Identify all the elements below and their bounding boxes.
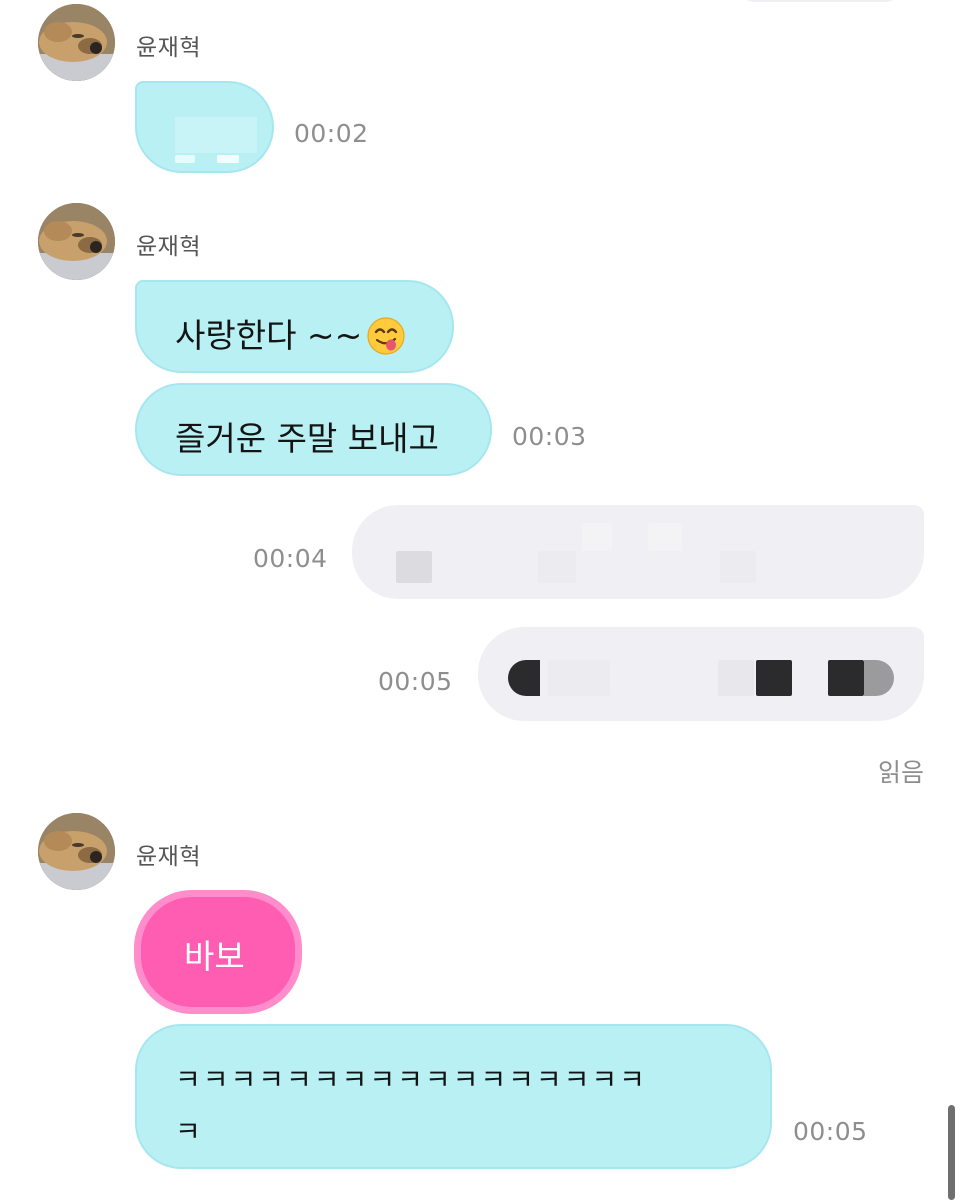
outgoing-message-bubble-redacted[interactable]: [478, 627, 924, 721]
message-time: 00:03: [512, 422, 587, 451]
redacted-content: [718, 660, 754, 696]
message-time: 00:02: [294, 119, 369, 148]
redacted-content: [828, 660, 864, 696]
redacted-content: [508, 660, 540, 696]
savoring-food-face-emoji: [367, 317, 405, 355]
redacted-content: [864, 660, 894, 696]
avatar[interactable]: [38, 813, 115, 890]
message-time: 00:05: [793, 1117, 868, 1146]
avatar[interactable]: [38, 4, 115, 81]
avatar[interactable]: [38, 203, 115, 280]
redacted-content: [538, 551, 576, 583]
message-time: 00:04: [253, 544, 328, 573]
redacted-content: [548, 660, 610, 696]
message-time: 00:05: [378, 667, 453, 696]
redacted-content: [720, 551, 756, 583]
dog-avatar-icon: [38, 4, 115, 81]
redacted-content: [175, 117, 257, 153]
redacted-content: [582, 523, 612, 551]
dog-avatar-icon: [38, 813, 115, 890]
message-text: 즐거운 주말 보내고: [175, 419, 439, 458]
message-bubble-redacted[interactable]: [135, 81, 274, 173]
read-receipt: 읽음: [878, 758, 925, 787]
message-bubble[interactable]: 사랑한다 ~~: [135, 280, 454, 373]
message-text-line: ㅋㅋㅋㅋㅋㅋㅋㅋㅋㅋㅋㅋㅋㅋㅋㅋㅋ: [175, 1063, 647, 1096]
sender-name: 윤재혁: [136, 234, 201, 260]
previous-message-bubble: [740, 0, 900, 2]
scrollbar[interactable]: [948, 1105, 955, 1200]
outgoing-message-bubble-redacted[interactable]: [352, 505, 924, 599]
redacted-content: [175, 155, 195, 163]
sender-name: 윤재혁: [136, 844, 201, 870]
message-text-line: ㅋ: [175, 1115, 203, 1148]
message-text: 바보: [184, 937, 245, 976]
message-bubble[interactable]: ㅋㅋㅋㅋㅋㅋㅋㅋㅋㅋㅋㅋㅋㅋㅋㅋㅋ ㅋ: [135, 1024, 772, 1169]
message-bubble[interactable]: 즐거운 주말 보내고: [135, 383, 492, 476]
redacted-content: [217, 155, 239, 163]
redacted-content: [648, 523, 682, 551]
redacted-content: [396, 551, 432, 583]
message-text: 사랑한다 ~~: [175, 316, 363, 355]
sender-name: 윤재혁: [136, 35, 201, 61]
redacted-content: [756, 660, 792, 696]
pink-message-bubble[interactable]: 바보: [134, 890, 302, 1014]
dog-avatar-icon: [38, 203, 115, 280]
